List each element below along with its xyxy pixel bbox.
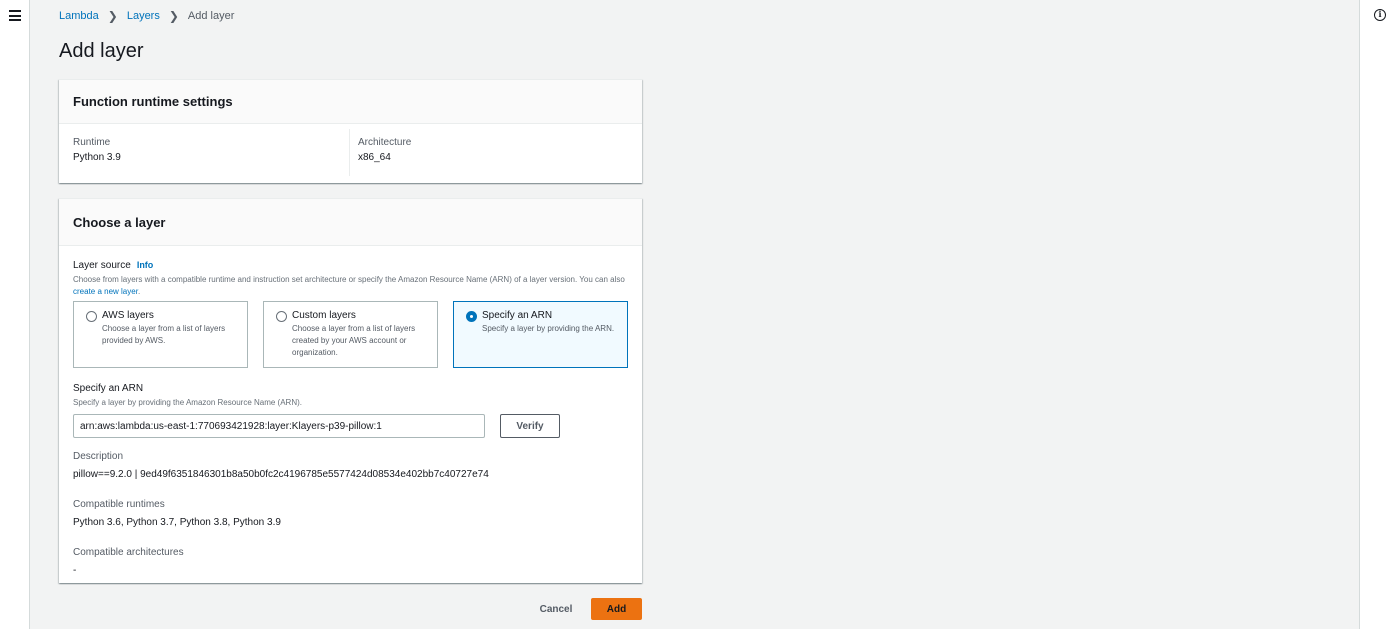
architecture-label: Architecture xyxy=(358,137,412,148)
info-icon[interactable]: i xyxy=(1374,9,1386,21)
description-value: pillow==9.2.0 | 9ed49f6351846301b8a50b0f… xyxy=(73,469,489,480)
hamburger-menu-icon[interactable] xyxy=(9,10,21,21)
radio-button-selected[interactable] xyxy=(466,311,477,322)
info-link[interactable]: Info xyxy=(137,260,154,270)
tile-description: Choose a layer from a list of layers pro… xyxy=(102,324,226,345)
function-runtime-settings-panel: Function runtime settings Runtime Python… xyxy=(59,79,642,183)
architecture-field: Architecture x86_64 xyxy=(349,129,642,176)
tile-description: Choose a layer from a list of layers cre… xyxy=(292,324,416,357)
layer-source-desc-text: Choose from layers with a compatible run… xyxy=(73,275,625,284)
runtime-value: Python 3.9 xyxy=(73,152,121,163)
form-actions: Cancel Add xyxy=(523,598,642,620)
compatible-runtimes-value: Python 3.6, Python 3.7, Python 3.8, Pyth… xyxy=(73,517,281,528)
cancel-button[interactable]: Cancel xyxy=(523,598,589,620)
arn-label: Specify an ARN xyxy=(73,383,144,394)
compatible-architectures-label: Compatible architectures xyxy=(73,547,184,558)
chevron-right-icon: ❯ xyxy=(107,9,118,23)
panel-title: Function runtime settings xyxy=(59,80,642,124)
right-help-rail: i xyxy=(1359,0,1400,629)
tile-custom-layers[interactable]: Custom layers Choose a layer from a list… xyxy=(263,301,438,368)
verify-button[interactable]: Verify xyxy=(500,414,560,438)
radio-button[interactable] xyxy=(86,311,97,322)
description-label: Description xyxy=(73,451,124,462)
breadcrumb-lambda[interactable]: Lambda xyxy=(59,10,99,22)
compatible-architectures-value: - xyxy=(73,565,77,576)
choose-layer-panel: Choose a layer Layer source Info Choose f… xyxy=(59,198,642,583)
layer-source-tiles: AWS layers Choose a layer from a list of… xyxy=(73,301,628,368)
add-button[interactable]: Add xyxy=(591,598,642,620)
page-title: Add layer xyxy=(59,40,144,62)
tile-specify-arn[interactable]: Specify an ARN Specify a layer by provid… xyxy=(453,301,628,368)
tile-title: AWS layers xyxy=(102,310,154,321)
arn-input[interactable] xyxy=(73,414,485,438)
panel-title: Choose a layer xyxy=(59,199,642,246)
tile-description: Specify a layer by providing the ARN. xyxy=(482,324,615,333)
tile-aws-layers[interactable]: AWS layers Choose a layer from a list of… xyxy=(73,301,248,368)
layer-source-label: Layer source Info xyxy=(73,260,628,271)
runtime-field: Runtime Python 3.9 xyxy=(59,129,349,176)
tile-title: Specify an ARN xyxy=(482,310,553,321)
runtime-label: Runtime xyxy=(73,137,111,148)
chevron-right-icon: ❯ xyxy=(168,9,179,23)
radio-button[interactable] xyxy=(276,311,287,322)
breadcrumb: Lambda ❯ Layers ❯ Add layer xyxy=(59,9,234,23)
compatible-runtimes-label: Compatible runtimes xyxy=(73,499,165,510)
architecture-value: x86_64 xyxy=(358,152,391,163)
left-navigation-rail xyxy=(0,0,30,629)
layer-source-text: Layer source xyxy=(73,260,131,271)
tile-title: Custom layers xyxy=(292,310,356,321)
breadcrumb-current: Add layer xyxy=(187,10,235,22)
create-new-layer-link[interactable]: create a new layer xyxy=(73,287,138,296)
breadcrumb-layers[interactable]: Layers xyxy=(127,10,160,22)
layer-source-description: Choose from layers with a compatible run… xyxy=(73,275,625,296)
arn-description: Specify a layer by providing the Amazon … xyxy=(73,398,302,407)
